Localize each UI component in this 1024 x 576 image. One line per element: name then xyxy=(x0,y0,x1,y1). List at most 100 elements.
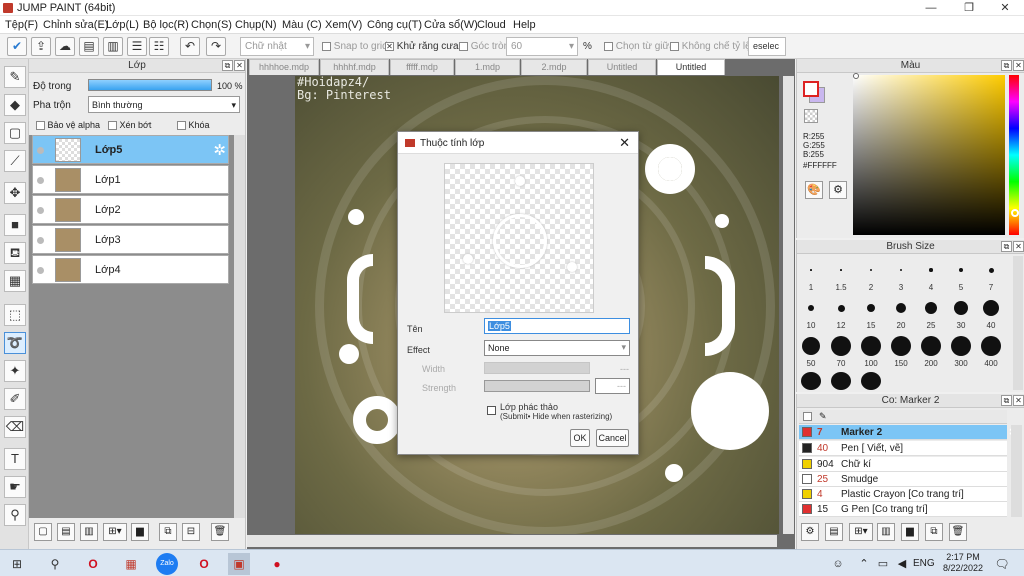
eyedropper-tool-icon[interactable]: ⚲ xyxy=(4,504,26,526)
gear-icon[interactable]: ✲ xyxy=(213,141,226,159)
visibility-icon[interactable] xyxy=(37,177,44,184)
opera-icon[interactable]: O xyxy=(82,553,104,575)
new-layer-icon[interactable]: ▢ xyxy=(34,523,52,541)
brush-size-dot[interactable] xyxy=(983,300,999,316)
undock-icon[interactable]: ⧉ xyxy=(1001,60,1012,71)
new-brush-icon[interactable]: ▤ xyxy=(825,523,843,541)
close-button[interactable]: ✕ xyxy=(988,0,1022,16)
layer-row-3[interactable]: Lớp3 xyxy=(32,225,229,254)
effect-select[interactable]: None ▾ xyxy=(484,340,630,356)
brush-item[interactable]: 40 Pen [ Viết, vẽ] xyxy=(799,441,1007,456)
select-all-checkbox[interactable] xyxy=(803,412,812,421)
tab-file-1[interactable]: hhhhoe.mdp xyxy=(249,59,319,75)
color-picker-handle[interactable] xyxy=(853,73,859,79)
checklist-icon[interactable]: ☷ xyxy=(149,37,169,56)
menu-select[interactable]: Chọn(S) xyxy=(191,19,232,31)
maximize-button[interactable]: ❐ xyxy=(952,0,986,16)
brush-size-dot[interactable] xyxy=(925,302,937,314)
lock-checkbox[interactable] xyxy=(177,121,186,131)
brush-size-dot[interactable] xyxy=(837,304,845,312)
brush-size-dot[interactable] xyxy=(861,336,881,356)
clock[interactable]: 2:17 PM 8/22/2022 xyxy=(939,552,987,574)
menu-color[interactable]: Màu (C) xyxy=(282,19,322,31)
panel-close-icon[interactable]: ✕ xyxy=(1013,60,1024,71)
brush-size-dot[interactable] xyxy=(929,268,933,272)
select-center-option[interactable]: Chọn từ giữa xyxy=(604,41,675,52)
menu-capture[interactable]: Chụp(N) xyxy=(235,19,277,31)
rectangle-tool-icon[interactable]: ▢ xyxy=(4,122,26,144)
undo-icon[interactable]: ↶ xyxy=(180,37,200,56)
menu-help[interactable]: Help xyxy=(513,19,536,31)
layer-row-4[interactable]: Lớp4 xyxy=(32,255,229,284)
share-icon[interactable]: ⇪ xyxy=(31,37,51,56)
canvas-vscrollbar[interactable] xyxy=(783,76,794,534)
brush-item[interactable]: 904 Chữ kí xyxy=(799,457,1007,472)
panel-close-icon[interactable]: ✕ xyxy=(1013,395,1024,406)
brush-list-scrollbar[interactable] xyxy=(1011,425,1022,517)
brush-size-dot[interactable] xyxy=(810,269,812,271)
select-pen-tool-icon[interactable]: ✐ xyxy=(4,388,26,410)
menu-file[interactable]: Tệp(F) xyxy=(5,19,38,31)
layer-row-5[interactable]: Lớp5 ✲ xyxy=(32,135,229,164)
select-rect-tool-icon[interactable]: ⬚ xyxy=(4,304,26,326)
snap-option[interactable]: Snap to grid xyxy=(322,41,388,52)
deselect-button[interactable]: eselec xyxy=(748,37,786,56)
hand-tool-icon[interactable]: ☛ xyxy=(4,476,26,498)
brush-size-dot[interactable] xyxy=(831,372,851,390)
brush-size-dot[interactable] xyxy=(861,372,881,390)
snap-checkbox[interactable] xyxy=(322,41,331,51)
merge-layer-icon[interactable]: ⊟ xyxy=(182,523,200,541)
antialias-option[interactable]: ✕ Khử răng cưa xyxy=(385,41,459,52)
brush-size-dot[interactable] xyxy=(808,305,814,311)
duplicate-brush-icon[interactable]: ⧉ xyxy=(925,523,943,541)
line-tool-icon[interactable]: ⟋ xyxy=(4,150,26,172)
record-icon[interactable]: ● xyxy=(266,553,288,575)
redo-icon[interactable]: ↷ xyxy=(206,37,226,56)
hue-handle[interactable] xyxy=(1011,209,1019,217)
lasso-tool-icon[interactable]: ➰ xyxy=(4,332,26,354)
app-grid-icon[interactable]: ▦ xyxy=(120,553,142,575)
foreground-color-swatch[interactable] xyxy=(803,81,819,97)
visibility-icon[interactable] xyxy=(37,147,44,154)
menu-cloud[interactable]: Cloud xyxy=(477,19,506,31)
round-corner-checkbox[interactable] xyxy=(459,41,468,51)
check-icon[interactable]: ✔ xyxy=(7,37,27,56)
brush-size-dot[interactable] xyxy=(959,268,963,272)
draft-layer-checkbox[interactable] xyxy=(487,406,496,415)
undock-icon[interactable]: ⧉ xyxy=(1001,395,1012,406)
palette-settings-icon[interactable]: ⚙ xyxy=(829,181,847,199)
new-text-layer-icon[interactable]: ▥ xyxy=(80,523,98,541)
menu-layer[interactable]: Lớp(L) xyxy=(106,19,139,31)
brush-size-dot[interactable] xyxy=(951,336,971,356)
menu-filter[interactable]: Bộ lọc(R) xyxy=(143,19,189,31)
zalo-icon[interactable]: Zalo xyxy=(156,553,178,575)
fill-rect-tool-icon[interactable]: ■ xyxy=(4,214,26,236)
undock-icon[interactable]: ⧉ xyxy=(1001,241,1012,252)
brush-size-dot[interactable] xyxy=(899,268,903,272)
brush-item[interactable]: 15 G Pen [Co trang trí] xyxy=(799,502,1007,517)
new-raster-layer-icon[interactable]: ▤ xyxy=(57,523,75,541)
eraser-tool-icon[interactable]: ◆ xyxy=(4,94,26,116)
windows-start-icon[interactable]: ⊞ xyxy=(6,553,28,575)
comment-icon[interactable]: ☁ xyxy=(55,37,75,56)
trash-icon[interactable]: 🗑 xyxy=(211,523,229,541)
brush-file-icon[interactable]: ▥ xyxy=(877,523,895,541)
visibility-icon[interactable] xyxy=(37,267,44,274)
round-value-input[interactable]: 60 ▾ xyxy=(506,37,578,56)
blend-mode-select[interactable]: Bình thường ▾ xyxy=(88,96,240,113)
brush-size-dot[interactable] xyxy=(840,269,842,271)
tab-file-3[interactable]: fffff.mdp xyxy=(390,59,454,75)
layer-name-input[interactable]: Lớp5 xyxy=(484,318,630,334)
brush-size-dot[interactable] xyxy=(870,269,872,271)
protect-alpha-option[interactable]: Bảo vệ alpha xyxy=(36,120,100,131)
search-icon[interactable]: ⚲ xyxy=(44,553,66,575)
canvas-hscrollbar[interactable] xyxy=(247,535,777,547)
bucket-tool-icon[interactable]: ⛾ xyxy=(4,242,26,264)
antialias-checkbox[interactable]: ✕ xyxy=(385,41,394,51)
magic-wand-tool-icon[interactable]: ✦ xyxy=(4,360,26,382)
trash-icon[interactable]: 🗑 xyxy=(949,523,967,541)
brush-size-dot[interactable] xyxy=(988,267,994,273)
brush-item[interactable]: 25 Smudge xyxy=(799,472,1007,487)
select-eraser-tool-icon[interactable]: ⌫ xyxy=(4,416,26,438)
opacity-slider[interactable] xyxy=(88,79,212,91)
